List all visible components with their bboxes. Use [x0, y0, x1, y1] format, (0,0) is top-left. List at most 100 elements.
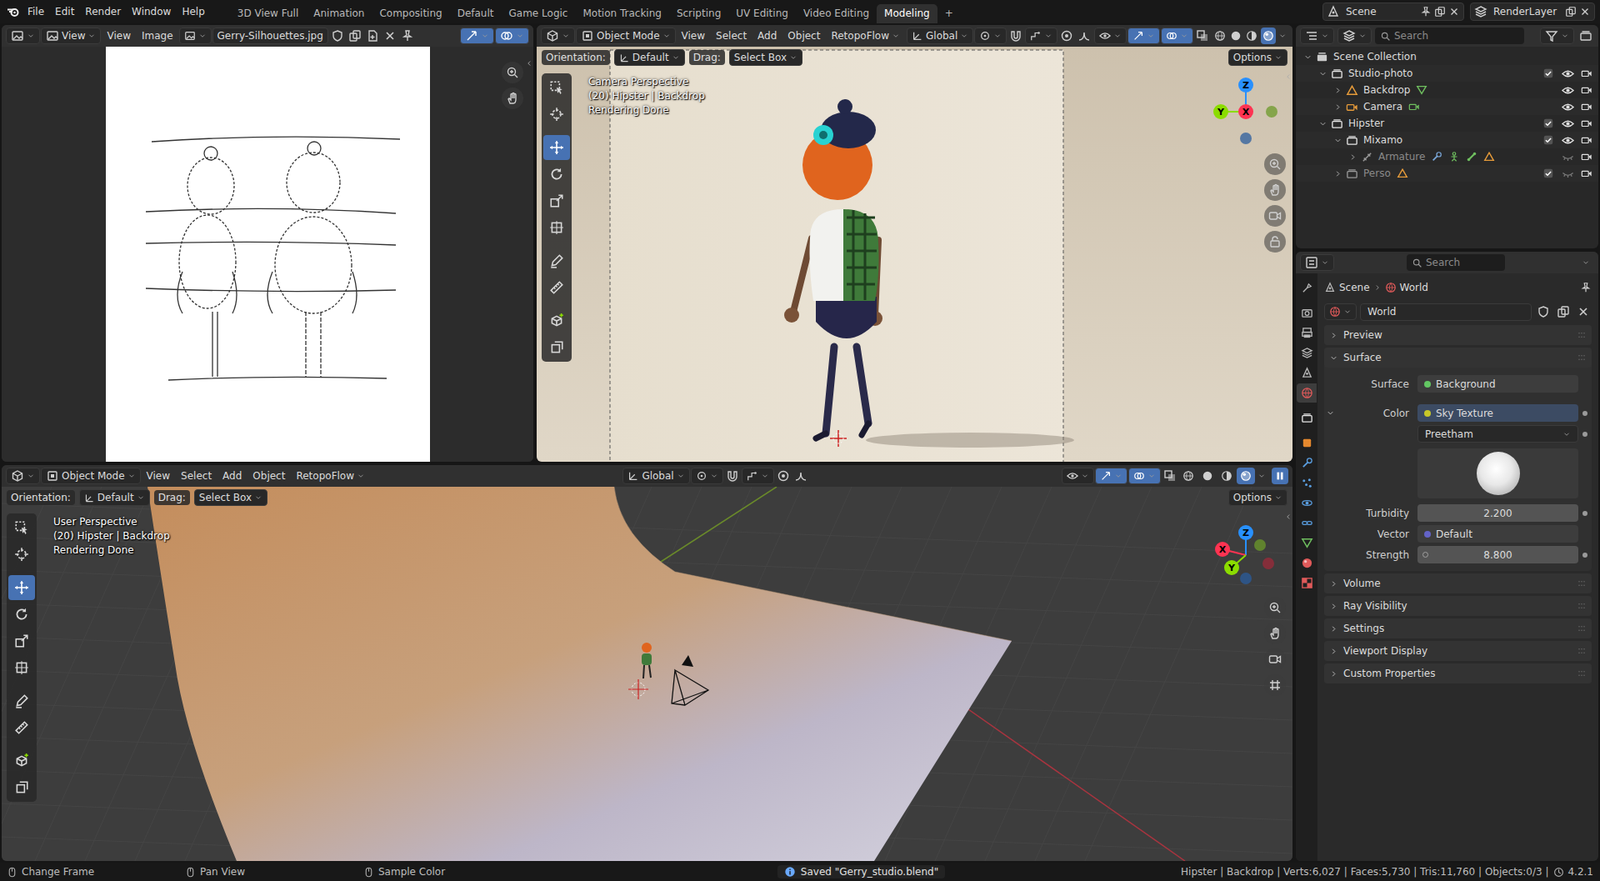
browse-image-menu[interactable] [179, 27, 212, 45]
panel-header[interactable]: Surface [1324, 347, 1592, 368]
disclosure-icon[interactable] [1316, 119, 1329, 129]
visibility-menu[interactable] [1061, 467, 1095, 485]
properties-tab[interactable] [1296, 383, 1317, 403]
properties-tab[interactable] [1296, 323, 1317, 343]
tool-button[interactable] [543, 335, 570, 360]
tool-button[interactable] [8, 541, 35, 567]
disclosure-icon[interactable] [1331, 102, 1344, 112]
tool-button[interactable] [543, 188, 570, 214]
snap-button[interactable] [724, 467, 741, 485]
tool-button[interactable] [543, 215, 570, 240]
gizmo-toggle[interactable] [1095, 467, 1128, 485]
image-canvas[interactable] [1, 46, 534, 462]
shading-button[interactable] [1236, 467, 1255, 485]
options-menu[interactable]: Options [1228, 489, 1288, 506]
properties-tab[interactable] [1296, 433, 1317, 453]
tool-button[interactable] [543, 308, 570, 334]
navigation-gizmo[interactable]: ZXY [1210, 520, 1281, 590]
node-link-field[interactable]: Default [1417, 525, 1579, 543]
fake-user-button[interactable] [1535, 303, 1552, 320]
tool-button[interactable] [8, 655, 35, 680]
pan-button[interactable] [501, 87, 524, 110]
drag-menu[interactable]: Select Box [729, 49, 803, 66]
sidebar-toggle[interactable] [1284, 68, 1293, 85]
shading-button[interactable] [1179, 467, 1198, 485]
world-name-field[interactable]: World [1360, 303, 1532, 321]
visibility-menu[interactable] [1094, 27, 1127, 45]
menu-item[interactable]: Object [247, 467, 290, 485]
panel-header[interactable]: Custom Properties [1324, 663, 1592, 684]
gizmo-axis[interactable] [1262, 557, 1275, 570]
eye-icon[interactable] [1561, 100, 1575, 114]
gizmo-axis[interactable]: X [1215, 541, 1230, 557]
display-mode-menu[interactable] [1337, 27, 1372, 45]
shading-button[interactable] [1228, 27, 1244, 45]
panel-header[interactable]: Preview [1324, 325, 1592, 345]
search-input[interactable] [1425, 256, 1500, 269]
nav-button[interactable] [1264, 153, 1286, 175]
gizmo-axis[interactable] [1265, 105, 1278, 118]
blender-menu-button[interactable] [5, 3, 22, 20]
eye-icon[interactable] [1561, 167, 1575, 180]
editor-type-menu[interactable] [5, 27, 40, 45]
shading-button[interactable] [1217, 467, 1236, 485]
mode-menu[interactable]: Object Mode [40, 467, 141, 485]
keyframe-dot[interactable] [1582, 410, 1588, 416]
search-input[interactable] [1394, 30, 1520, 42]
filter-menu[interactable] [1540, 27, 1575, 45]
menu-item[interactable]: RetopoFlow [825, 27, 905, 45]
gizmo-toggle[interactable] [1127, 27, 1160, 45]
eye-icon[interactable] [1561, 117, 1575, 130]
disclosure-icon[interactable] [1331, 169, 1344, 179]
menu-item[interactable]: RetopoFlow [290, 467, 370, 485]
tool-button[interactable] [543, 101, 570, 127]
proportional-edit-button[interactable] [1058, 27, 1075, 45]
tool-button[interactable] [8, 748, 35, 774]
eye-icon[interactable] [1561, 67, 1575, 80]
nav-button[interactable] [1264, 230, 1286, 253]
tool-button[interactable] [8, 715, 35, 740]
menu-item[interactable]: Image [136, 27, 179, 45]
viewport-canvas[interactable]: Orientation:DefaultDrag:Select BoxOption… [1, 486, 1293, 861]
properties-search[interactable] [1406, 254, 1505, 271]
pin-icon[interactable] [1580, 281, 1592, 294]
render-camera-icon[interactable] [1580, 150, 1593, 163]
workspace-tab[interactable]: Game Logic [501, 4, 576, 24]
eye-icon[interactable] [1561, 150, 1575, 164]
nav-button[interactable] [1264, 674, 1286, 696]
add-workspace-button[interactable]: + [937, 4, 961, 24]
overlay-toggle[interactable] [495, 27, 530, 45]
node-link-field[interactable]: Background [1417, 375, 1579, 393]
duplicate-image-button[interactable] [346, 27, 364, 45]
menu-item[interactable]: Select [175, 467, 217, 485]
outliner-row[interactable]: Hipster [1295, 115, 1599, 132]
render-camera-icon[interactable] [1580, 67, 1593, 80]
menu-item[interactable]: Select [710, 27, 752, 45]
snap-target-menu[interactable] [1025, 27, 1058, 45]
snap-button[interactable] [1007, 27, 1025, 45]
menu-item[interactable]: Help [176, 3, 210, 20]
disclosure-icon[interactable] [1301, 52, 1314, 62]
shading-button[interactable] [1244, 27, 1260, 45]
xray-button[interactable] [1194, 27, 1211, 45]
shading-options-button[interactable] [1276, 27, 1289, 45]
pause-render-button[interactable] [1271, 467, 1289, 485]
panel-header[interactable]: Viewport Display [1324, 640, 1592, 661]
shading-button[interactable] [1260, 27, 1276, 45]
properties-tab[interactable] [1296, 573, 1317, 593]
new-image-button[interactable] [364, 27, 381, 45]
duplicate-world-button[interactable] [1555, 303, 1572, 320]
properties-tab[interactable] [1296, 278, 1317, 298]
shading-options-button[interactable] [1255, 467, 1268, 485]
gizmo-axis[interactable] [1254, 539, 1266, 551]
tool-button[interactable] [543, 161, 570, 187]
disclosure-icon[interactable] [1346, 152, 1359, 162]
unlink-image-button[interactable] [381, 27, 399, 45]
zoom-button[interactable] [501, 61, 524, 84]
tool-button[interactable] [8, 601, 35, 627]
workspace-tab[interactable]: UV Editing [728, 4, 796, 24]
view-mode-menu[interactable]: View [40, 27, 101, 45]
sidebar-toggle[interactable] [525, 55, 534, 72]
keyframe-dot[interactable] [1582, 431, 1588, 437]
expand-icon[interactable] [1325, 408, 1335, 418]
